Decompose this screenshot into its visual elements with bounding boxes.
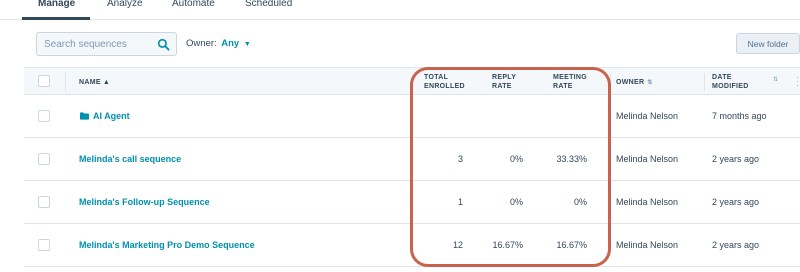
sequence-name-link[interactable]: Melinda's call sequence [79,154,181,164]
tab-automate[interactable]: Automate [172,0,215,9]
owner-value: Melinda Nelson [616,111,679,121]
date-modified-value: 2 years ago [712,197,760,207]
column-header-date-modified-line1: DATE [712,74,732,81]
column-divider [65,73,66,91]
sequence-name-link[interactable]: Melinda's Follow-up Sequence [79,197,210,207]
metrics-highlight-ring [410,67,611,267]
search-placeholder: Search sequences [44,39,127,50]
date-modified-value: 2 years ago [712,154,760,164]
select-all-checkbox[interactable] [38,75,50,87]
column-header-owner[interactable]: OWNER ⇅ [616,78,653,88]
owner-filter-label: Owner: [186,38,217,49]
column-options-icon[interactable]: · · · [796,74,799,90]
sort-icon[interactable]: ⇅ [773,76,778,83]
row-checkbox[interactable] [38,110,50,122]
row-checkbox[interactable] [38,239,50,251]
date-modified-value: 7 months ago [712,111,767,121]
chevron-down-icon[interactable]: ▼ [244,41,251,48]
sort-ascending-icon[interactable]: ▲ [103,79,110,86]
row-checkbox[interactable] [38,196,50,208]
folder-icon [80,112,89,120]
column-header-date-modified[interactable]: DATE MODIFIED [712,73,749,91]
owner-value: Melinda Nelson [616,154,679,164]
active-tab-indicator [22,17,90,20]
new-folder-button[interactable]: New folder [736,33,800,54]
column-header-name[interactable]: NAME ▲ [79,78,110,87]
tab-scheduled[interactable]: Scheduled [245,0,292,9]
search-icon[interactable] [157,38,170,51]
sort-icon[interactable]: ⇅ [647,80,652,86]
tab-bar: Manage Analyze Automate Scheduled [0,0,800,20]
column-header-date-modified-line2: MODIFIED [712,83,749,90]
owner-filter-value[interactable]: Any [221,38,239,49]
owner-filter[interactable]: Owner: Any ▼ [186,38,251,49]
column-divider [704,73,705,91]
column-header-owner-label: OWNER [616,79,645,86]
column-header-name-label: NAME [79,79,101,86]
sequence-name-link[interactable]: Melinda's Marketing Pro Demo Sequence [79,240,255,250]
owner-value: Melinda Nelson [616,197,679,207]
tab-manage[interactable]: Manage [38,0,75,9]
tab-analyze[interactable]: Analyze [107,0,143,9]
row-checkbox[interactable] [38,153,50,165]
owner-value: Melinda Nelson [616,240,679,250]
search-input[interactable]: Search sequences [36,32,177,56]
sequence-name-link[interactable]: AI Agent [93,111,130,121]
date-modified-value: 2 years ago [712,240,760,250]
